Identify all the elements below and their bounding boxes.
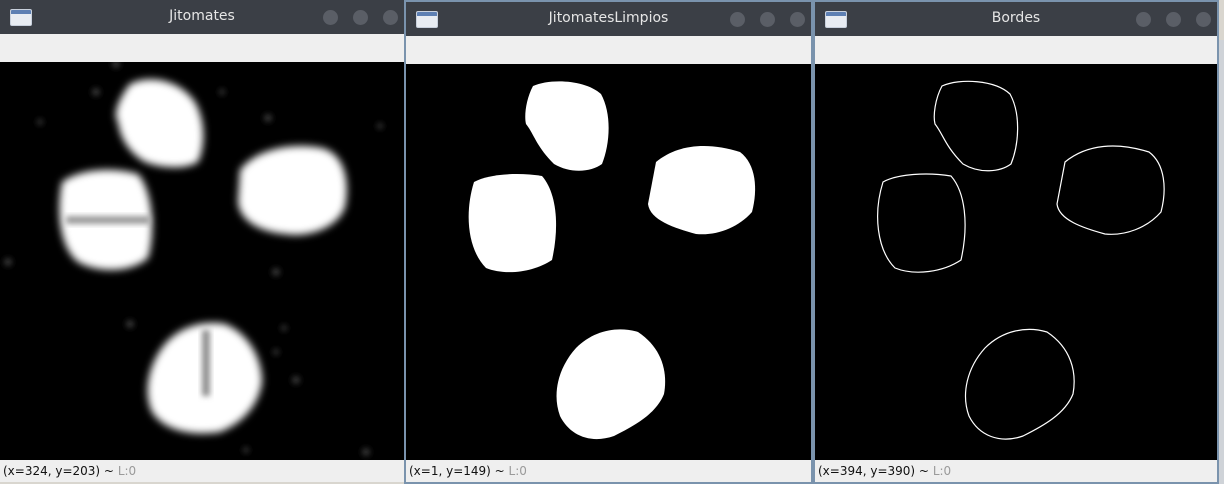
titlebar[interactable]: Jitomates [0, 0, 404, 34]
status-bar: (x=394, y=390) ~ L:0 [815, 460, 1217, 482]
close-button[interactable] [790, 12, 805, 27]
maximize-button[interactable] [353, 10, 368, 25]
titlebar[interactable]: Bordes [815, 2, 1217, 36]
maximize-button[interactable] [1166, 12, 1181, 27]
image-canvas[interactable] [815, 64, 1217, 460]
close-button[interactable] [383, 10, 398, 25]
toolbar [0, 34, 404, 62]
window-bordes[interactable]: Bordes (x=394, y=390) ~ L:0 [813, 0, 1219, 484]
image-canvas[interactable] [406, 64, 811, 460]
minimize-button[interactable] [1136, 12, 1151, 27]
window-jitomates-limpios[interactable]: JitomatesLimpios (x=1, y=149) ~ L:0 [404, 0, 813, 484]
titlebar[interactable]: JitomatesLimpios [406, 2, 811, 36]
toolbar [815, 36, 1217, 64]
tomato-edges-image [877, 80, 1165, 440]
status-bar: (x=324, y=203) ~ L:0 [0, 460, 404, 482]
blurred-tomatoes-image [4, 62, 383, 456]
clean-tomatoes-image [468, 81, 756, 440]
image-canvas[interactable] [0, 62, 404, 460]
close-button[interactable] [1196, 12, 1211, 27]
status-level: L:0 [932, 464, 952, 478]
status-bar: (x=1, y=149) ~ L:0 [406, 460, 811, 482]
status-level: L:0 [117, 464, 137, 478]
window-jitomates[interactable]: Jitomates (x=324, y=203) ~ L:0 [0, 0, 404, 482]
minimize-button[interactable] [323, 10, 338, 25]
background-window-edge [1219, 40, 1224, 484]
maximize-button[interactable] [760, 12, 775, 27]
minimize-button[interactable] [730, 12, 745, 27]
status-level: L:0 [508, 464, 527, 478]
status-coordinates: (x=394, y=390) ~ [818, 464, 929, 478]
status-coordinates: (x=324, y=203) ~ [3, 464, 114, 478]
status-coordinates: (x=1, y=149) ~ [409, 464, 505, 478]
toolbar [406, 36, 811, 64]
